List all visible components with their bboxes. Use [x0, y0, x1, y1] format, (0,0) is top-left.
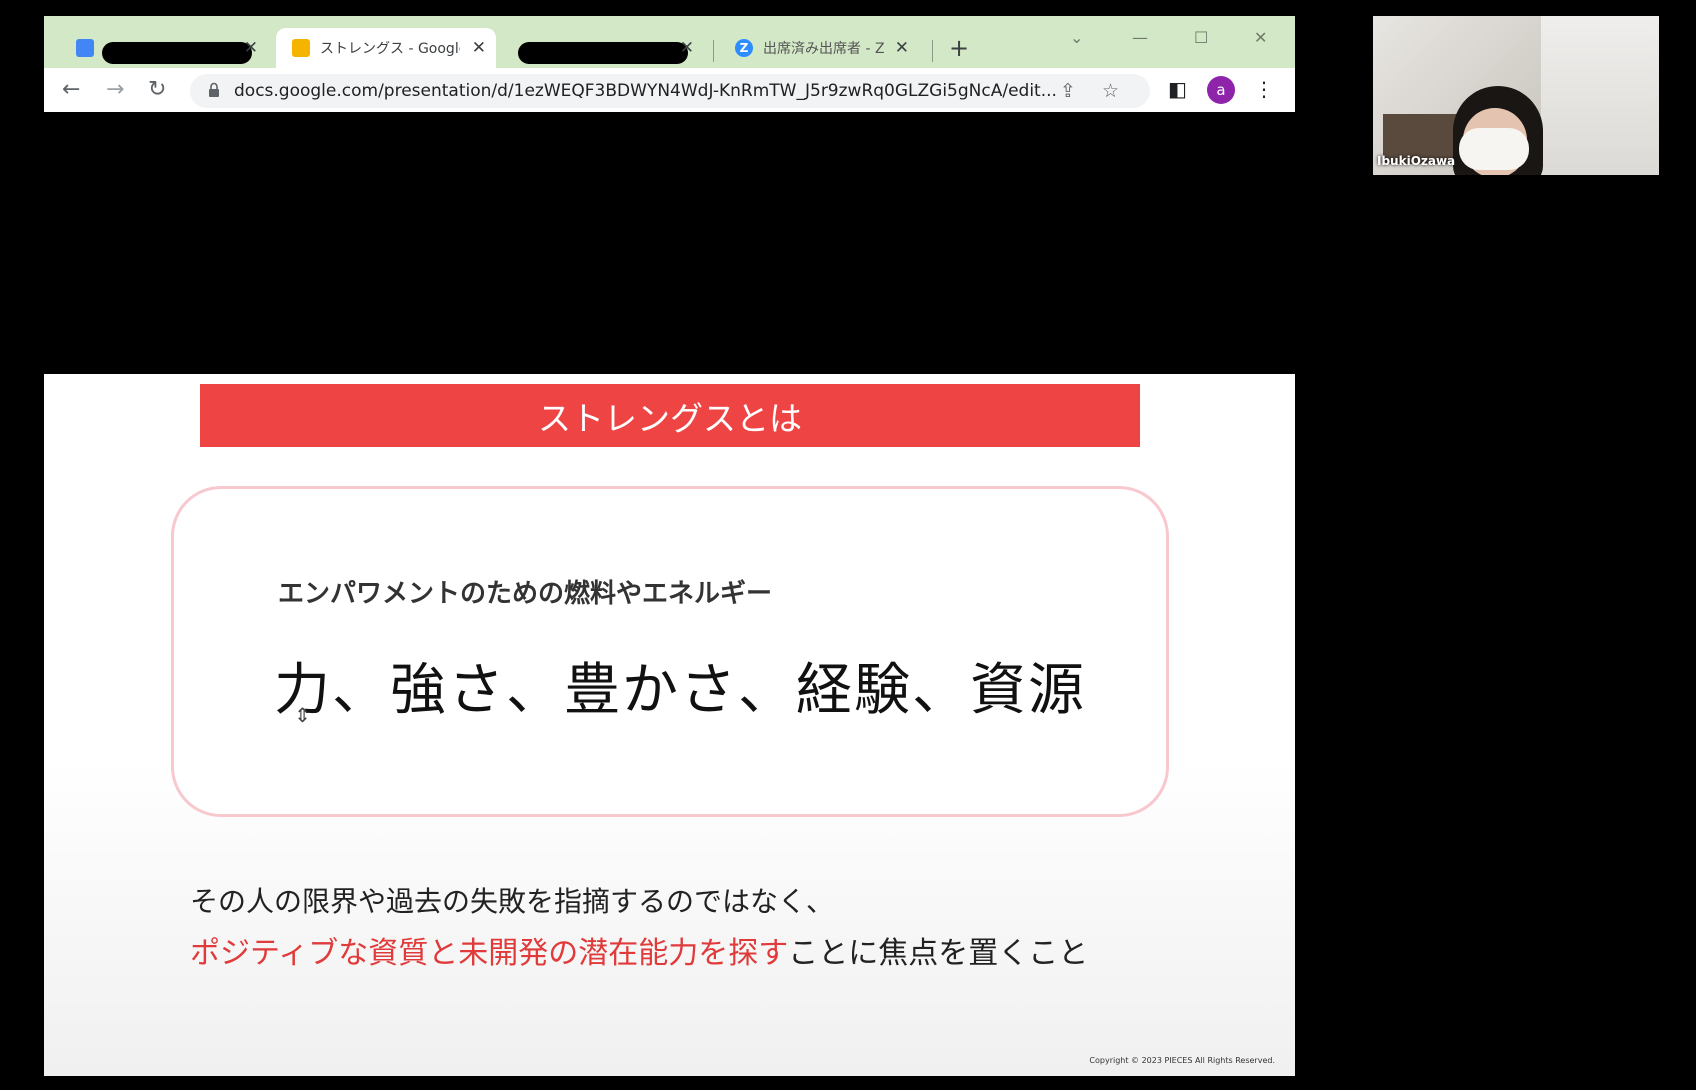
- tab-strip: ✕ ストレングス - Google ✕ ✕ Z 出席済み出席者 - Z ✕ + …: [44, 16, 1295, 68]
- tab-search-icon[interactable]: ⌄: [1070, 28, 1083, 47]
- slide-header: ストレングスとは: [200, 384, 1140, 447]
- browser-window: ✕ ストレングス - Google ✕ ✕ Z 出席済み出席者 - Z ✕ + …: [44, 16, 1295, 1090]
- slide-main-text: 力、強さ、豊かさ、経験、資源: [274, 658, 1086, 723]
- tab-separator: [932, 40, 933, 62]
- slide-subtitle: エンパワメントのための燃料やエネルギー: [278, 579, 773, 609]
- tab-2[interactable]: ストレングス - Google ✕: [276, 28, 496, 68]
- share-icon[interactable]: ⇪: [1060, 80, 1076, 102]
- slide-description-line-2: ポジティブな資質と未開発の潜在能力を探すことに焦点を置くこと: [190, 928, 1088, 972]
- webcam-tile[interactable]: IbukiOzawa: [1373, 16, 1659, 175]
- slide-description-line-1: その人の限界や過去の失敗を指摘するのではなく、: [190, 885, 835, 918]
- url-text: docs.google.com/presentation/d/1ezWEQF3B…: [234, 81, 1057, 101]
- normal-text: ことに焦点を置くこと: [788, 936, 1089, 971]
- copyright: Copyright © 2023 PIECES All Rights Reser…: [1089, 1056, 1275, 1065]
- tab-4[interactable]: Z 出席済み出席者 - Z ✕: [719, 28, 919, 68]
- lock-icon: [209, 82, 219, 97]
- participant-name: IbukiOzawa: [1377, 154, 1456, 168]
- tab-1[interactable]: ✕: [60, 28, 268, 68]
- avatar[interactable]: a: [1207, 76, 1235, 104]
- tab-title: ストレングス - Google: [320, 41, 460, 57]
- reload-icon[interactable]: ↻: [148, 77, 166, 102]
- side-panel-icon[interactable]: ◧: [1168, 77, 1187, 101]
- webcam-background: [1541, 16, 1659, 175]
- slides-icon: [292, 39, 310, 57]
- highlighted-text: ポジティブな資質と未開発の潜在能力を探す: [190, 936, 789, 971]
- new-tab-icon[interactable]: +: [949, 34, 969, 62]
- tab-separator: [713, 40, 714, 62]
- close-window-icon[interactable]: ✕: [1254, 28, 1267, 47]
- minimize-icon[interactable]: —: [1132, 28, 1148, 47]
- maximize-icon[interactable]: ☐: [1194, 28, 1208, 47]
- tab-title: 出席済み出席者 - Z: [763, 41, 885, 57]
- participant-video: [1459, 128, 1529, 170]
- zoom-icon: Z: [735, 39, 753, 57]
- back-icon[interactable]: ←: [62, 77, 80, 102]
- redacted-tab-title: [518, 42, 688, 64]
- close-tab-icon[interactable]: ✕: [472, 38, 486, 58]
- address-bar[interactable]: docs.google.com/presentation/d/1ezWEQF3B…: [190, 74, 1150, 108]
- close-tab-icon[interactable]: ✕: [680, 38, 694, 58]
- close-tab-icon[interactable]: ✕: [244, 38, 258, 58]
- bookmark-star-icon[interactable]: ☆: [1102, 80, 1119, 102]
- browser-toolbar: ← → ↻ docs.google.com/presentation/d/1ez…: [44, 68, 1295, 112]
- redacted-tab-title: [102, 42, 252, 64]
- close-tab-icon[interactable]: ✕: [895, 38, 909, 58]
- slide: ストレングスとは エンパワメントのための燃料やエネルギー 力、強さ、豊かさ、経験…: [44, 374, 1295, 1076]
- slide-content-box: エンパワメントのための燃料やエネルギー 力、強さ、豊かさ、経験、資源 ⇕: [171, 486, 1169, 817]
- forward-icon[interactable]: →: [106, 77, 124, 102]
- menu-icon[interactable]: ⋮: [1254, 77, 1274, 101]
- screen: ✕ ストレングス - Google ✕ ✕ Z 出席済み出席者 - Z ✕ + …: [0, 0, 1696, 1090]
- resize-cursor-icon: ⇕: [294, 703, 311, 727]
- tab-3[interactable]: ✕: [504, 28, 704, 68]
- presentation-black-area: [44, 112, 1295, 374]
- docs-icon: [76, 39, 94, 57]
